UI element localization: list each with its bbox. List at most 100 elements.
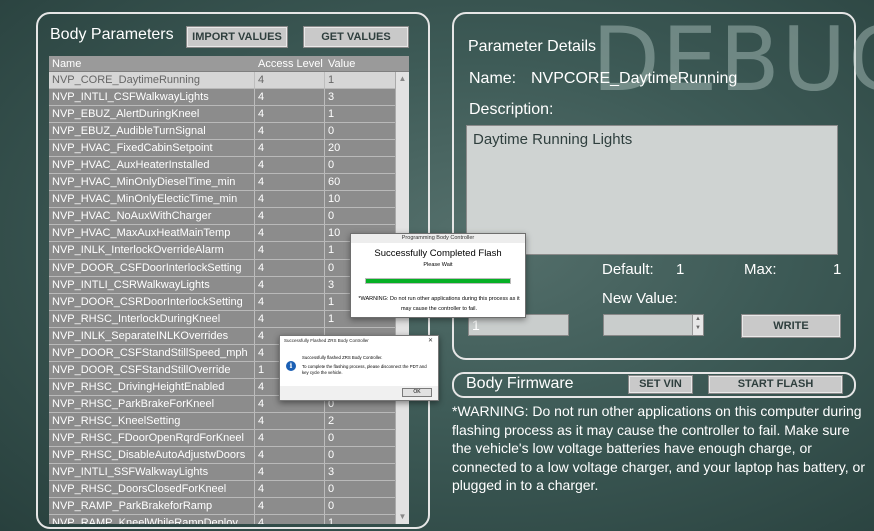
- set-vin-button[interactable]: SET VIN: [628, 375, 693, 394]
- programming-dialog-title: Programming Body Controller: [351, 234, 525, 243]
- scroll-up-icon[interactable]: ▲: [396, 72, 409, 86]
- row-name-cell: NVP_RHSC_InterlockDuringKneel: [49, 310, 255, 327]
- programming-dialog: Programming Body Controller Successfully…: [350, 233, 526, 318]
- row-value-cell: 20: [328, 142, 341, 155]
- row-name-cell: NVP_HVAC_NoAuxWithCharger: [49, 208, 255, 225]
- row-access-cell: 4: [255, 106, 325, 123]
- row-access-cell: 4: [255, 276, 325, 293]
- row-name-cell: NVP_DOOR_CSRDoorInterlockSetting: [49, 293, 255, 310]
- table-row[interactable]: NVP_HVAC_FixedCabinSetpoint 4 20: [49, 140, 409, 158]
- row-name-cell: NVP_RAMP_ParkBrakeforRamp: [49, 498, 255, 515]
- table-header: Name Access Level Value: [49, 56, 409, 72]
- new-value-label: New Value:: [602, 290, 678, 307]
- ok-button[interactable]: OK: [402, 388, 432, 397]
- row-access-cell: 4: [255, 293, 325, 310]
- table-row[interactable]: NVP_HVAC_NoAuxWithCharger 4 0: [49, 208, 409, 226]
- row-name-cell: NVP_HVAC_AuxHeaterInstalled: [49, 157, 255, 174]
- column-header-access-level[interactable]: Access Level: [255, 56, 325, 71]
- new-value-stepper[interactable]: ▲ ▼: [692, 315, 703, 335]
- row-name-cell: NVP_DOOR_CSFStandStillSpeed_mph: [49, 344, 255, 361]
- table-row[interactable]: NVP_EBUZ_AlertDuringKneel 4 1: [49, 106, 409, 124]
- row-name-cell: NVP_EBUZ_AudibleTurnSignal: [49, 123, 255, 140]
- row-value-cell: 1: [328, 74, 335, 86]
- row-access-cell: 4: [255, 310, 325, 327]
- get-values-button[interactable]: GET VALUES: [303, 26, 409, 48]
- table-row[interactable]: NVP_HVAC_AuxHeaterInstalled 4 0: [49, 157, 409, 175]
- row-value-cell: 1: [328, 108, 335, 121]
- row-name-cell: NVP_INTLI_CSRWalkwayLights: [49, 276, 255, 293]
- row-access-cell: 4: [255, 123, 325, 140]
- row-value-cell: 2: [328, 414, 335, 427]
- table-row[interactable]: NVP_RHSC_FDoorOpenRqrdForKneel 4 0: [49, 429, 409, 448]
- default-value: 1: [676, 261, 685, 278]
- message-line-1: Successfully flashed ZRS Body Controller…: [302, 355, 383, 360]
- row-name-cell: NVP_RHSC_FDoorOpenRqrdForKneel: [49, 429, 255, 447]
- flash-status-text: Please Wait: [423, 262, 453, 268]
- table-row[interactable]: NVP_RHSC_KneelSetting 4 2: [49, 412, 409, 430]
- row-name-cell: NVP_INTLI_CSFWalkwayLights: [49, 89, 255, 106]
- scroll-down-icon[interactable]: ▼: [396, 510, 409, 524]
- max-label: Max:: [744, 261, 777, 278]
- parameter-name-value: NVPCORE_DaytimeRunning: [531, 70, 738, 87]
- message-box-body: i Successfully flashed ZRS Body Controll…: [280, 346, 438, 386]
- table-row[interactable]: NVP_HVAC_MinOnlyElecticTime_min 4 10: [49, 191, 409, 209]
- description-label: Description:: [469, 101, 554, 118]
- row-value-cell: 0: [328, 431, 335, 444]
- write-button[interactable]: WRITE: [741, 314, 841, 338]
- column-header-value[interactable]: Value: [325, 56, 392, 71]
- row-access-cell: 4: [255, 89, 325, 106]
- row-name-cell: NVP_CORE_DaytimeRunning: [49, 72, 255, 89]
- flash-success-message-box: Successfully Flashed ZRS Body Controller…: [279, 335, 439, 401]
- flash-complete-heading: Successfully Completed Flash: [374, 248, 502, 259]
- row-access-cell: 4: [255, 72, 325, 89]
- row-name-cell: NVP_DOOR_CSFDoorInterlockSetting: [49, 259, 255, 276]
- row-access-cell: 4: [255, 140, 325, 157]
- row-value-cell: 0: [328, 159, 335, 172]
- row-access-cell: 4: [255, 515, 325, 524]
- row-name-cell: NVP_EBUZ_AlertDuringKneel: [49, 106, 255, 123]
- table-row[interactable]: NVP_INTLI_SSFWalkwayLights 4 3: [49, 464, 409, 482]
- row-access-cell: 4: [255, 464, 325, 481]
- max-value: 1: [833, 261, 842, 278]
- row-name-cell: NVP_DOOR_CSFStandStillOverride: [49, 361, 255, 378]
- close-icon[interactable]: ✕: [428, 337, 433, 344]
- row-access-cell: 4: [255, 447, 325, 464]
- row-value-cell: 60: [328, 176, 341, 189]
- row-name-cell: NVP_HVAC_MinOnlyDieselTime_min: [49, 174, 255, 191]
- flash-dialog-warning: *WARNING: Do not run other applications …: [358, 296, 520, 312]
- new-value-field[interactable]: [603, 314, 704, 336]
- table-row[interactable]: NVP_CORE_DaytimeRunning 4 1: [49, 72, 409, 90]
- table-row[interactable]: NVP_RAMP_ParkBrakeforRamp 4 0: [49, 498, 409, 516]
- name-label: Name:: [469, 70, 517, 87]
- row-access-cell: 4: [255, 208, 325, 225]
- row-name-cell: NVP_INLK_InterlockOverrideAlarm: [49, 242, 255, 259]
- row-name-cell: NVP_HVAC_FixedCabinSetpoint: [49, 140, 255, 157]
- row-value-cell: 1: [328, 517, 335, 524]
- table-row[interactable]: NVP_RAMP_KneelWhileRampDeploy 4 1: [49, 515, 409, 524]
- row-value-cell: 0: [328, 483, 335, 496]
- row-access-cell: 4: [255, 242, 325, 259]
- row-value-cell: 0: [328, 210, 335, 223]
- row-access-cell: 4: [255, 429, 325, 447]
- debug-watermark: DEBUG: [592, 8, 874, 111]
- row-value-cell: 3: [328, 466, 335, 479]
- row-name-cell: NVP_RHSC_KneelSetting: [49, 412, 255, 429]
- row-access-cell: 4: [255, 498, 325, 515]
- row-access-cell: 4: [255, 481, 325, 498]
- row-name-cell: NVP_INLK_SeparateINLKOverrides: [49, 327, 255, 344]
- table-row[interactable]: NVP_HVAC_MinOnlyDieselTime_min 4 60: [49, 174, 409, 192]
- message-box-footer: OK: [280, 386, 438, 400]
- row-name-cell: NVP_INTLI_SSFWalkwayLights: [49, 464, 255, 481]
- body-parameters-title: Body Parameters: [50, 26, 174, 43]
- row-name-cell: NVP_HVAC_MaxAuxHeatMainTemp: [49, 225, 255, 242]
- info-icon: i: [286, 361, 296, 371]
- start-flash-button[interactable]: START FLASH: [708, 375, 843, 394]
- row-access-cell: 4: [255, 157, 325, 174]
- table-row[interactable]: NVP_EBUZ_AudibleTurnSignal 4 0: [49, 123, 409, 141]
- table-row[interactable]: NVP_RHSC_DisableAutoAdjustwDoors 4 0: [49, 447, 409, 465]
- table-row[interactable]: NVP_RHSC_DoorsClosedForKneel 4 0: [49, 481, 409, 499]
- flash-warning-text: *WARNING: Do not run other applications …: [452, 403, 865, 493]
- column-header-name[interactable]: Name: [49, 56, 255, 71]
- table-row[interactable]: NVP_INTLI_CSFWalkwayLights 4 3: [49, 89, 409, 107]
- import-values-button[interactable]: IMPORT VALUES: [186, 26, 288, 48]
